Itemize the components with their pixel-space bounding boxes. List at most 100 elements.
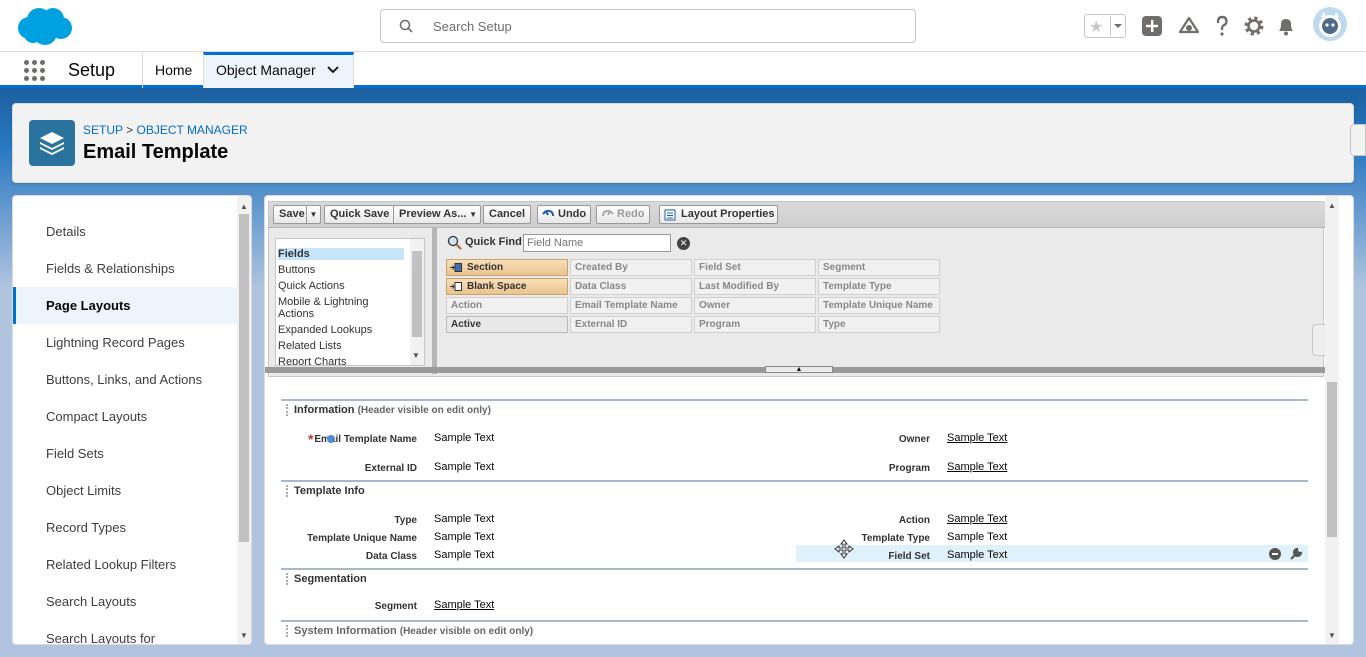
side-panel-handle[interactable]: [1350, 124, 1366, 156]
save-button[interactable]: Save ▼: [273, 205, 321, 224]
palette-field[interactable]: Active: [446, 316, 568, 333]
field-label[interactable]: Data Class: [265, 551, 417, 562]
user-avatar[interactable]: [1313, 7, 1347, 41]
save-dropdown-icon[interactable]: ▼: [306, 206, 320, 223]
palette-field[interactable]: Segment: [818, 259, 940, 276]
field-label[interactable]: Template Unique Name: [265, 533, 417, 544]
scrollbar-thumb[interactable]: [239, 214, 249, 542]
scrollbar-thumb[interactable]: [412, 251, 422, 337]
sidebar-item[interactable]: Page Layouts: [13, 287, 237, 324]
favorites-dropdown[interactable]: [1110, 16, 1126, 36]
global-search[interactable]: [380, 9, 916, 43]
chevron-down-icon[interactable]: [326, 64, 340, 76]
app-navigation-bar: Setup Home Object Manager: [0, 52, 1366, 88]
sidebar-item[interactable]: Field Sets: [13, 435, 237, 472]
layout-section[interactable]: System Information (Header visible on ed…: [281, 620, 1308, 644]
collapse-arrow-icon[interactable]: ▲: [765, 366, 833, 373]
palette-field[interactable]: Email Template Name: [570, 297, 692, 314]
palette-field[interactable]: Data Class: [570, 278, 692, 295]
palette-field[interactable]: Created By: [570, 259, 692, 276]
sidebar-item[interactable]: Related Lookup Filters: [13, 546, 237, 583]
palette-field[interactable]: Last Modified By: [694, 278, 816, 295]
scroll-down-arrow[interactable]: ▼: [1327, 631, 1337, 641]
palette-field[interactable]: Program: [694, 316, 816, 333]
layout-section[interactable]: Template Info Type Sample Text Template Uni…: [281, 480, 1308, 562]
preview-as-button[interactable]: Preview As... ▼: [393, 205, 481, 224]
sidebar-item[interactable]: Buttons, Links, and Actions: [13, 361, 237, 398]
search-input[interactable]: [433, 16, 893, 36]
palette-category[interactable]: Quick Actions: [278, 280, 404, 292]
scroll-down-arrow[interactable]: ▼: [239, 631, 249, 641]
palette-field[interactable]: Type: [818, 316, 940, 333]
palette-field[interactable]: Blank Space: [446, 278, 568, 295]
favorites-button[interactable]: ★: [1084, 14, 1126, 38]
palette-category[interactable]: Report Charts: [278, 356, 404, 365]
editor-scrollbar[interactable]: ▲ ▼: [1325, 196, 1339, 644]
field-label[interactable]: Field Set: [770, 551, 930, 562]
section-header[interactable]: Segmentation: [286, 573, 367, 585]
categories-scrollbar[interactable]: ▼: [410, 239, 424, 365]
palette-category[interactable]: Related Lists: [278, 340, 404, 352]
nav-tab-home[interactable]: Home: [142, 52, 204, 88]
sidebar-item[interactable]: Search Layouts: [13, 583, 237, 620]
nav-tab-object-manager[interactable]: Object Manager: [203, 52, 354, 88]
scroll-up-arrow[interactable]: ▲: [239, 202, 249, 212]
cancel-button[interactable]: Cancel: [483, 205, 532, 224]
palette-category[interactable]: Expanded Lookups: [278, 324, 404, 336]
trailhead-icon[interactable]: [1177, 14, 1201, 38]
palette-field[interactable]: Template Unique Name: [818, 297, 940, 314]
salesforce-logo-icon[interactable]: [15, 6, 73, 46]
clear-search-icon[interactable]: ✕: [677, 237, 690, 250]
field-label[interactable]: Action: [770, 515, 930, 526]
palette-field[interactable]: Owner: [694, 297, 816, 314]
setup-gear-icon[interactable]: [1242, 14, 1266, 38]
palette-category[interactable]: Fields: [278, 248, 404, 260]
sidebar-item[interactable]: Compact Layouts: [13, 398, 237, 435]
global-create-icon[interactable]: [1140, 14, 1164, 38]
redo-button[interactable]: Redo: [596, 205, 650, 224]
sidebar-item[interactable]: Lightning Record Pages: [13, 324, 237, 361]
quick-save-button[interactable]: Quick Save: [324, 205, 396, 224]
field-label[interactable]: Email Template Name: [297, 434, 417, 445]
palette-category[interactable]: Buttons: [278, 264, 404, 276]
quick-find-input[interactable]: [523, 234, 671, 252]
page-layout-editor: Save ▼ Quick Save Preview As... ▼ Cancel…: [264, 195, 1354, 645]
palette-field[interactable]: Field Set: [694, 259, 816, 276]
help-icon[interactable]: [1210, 14, 1234, 38]
breadcrumb-setup-link[interactable]: SETUP: [83, 123, 123, 137]
sidebar-scrollbar[interactable]: ▲ ▼: [237, 196, 251, 644]
notifications-bell-icon[interactable]: [1274, 14, 1298, 38]
app-launcher-icon[interactable]: [24, 60, 46, 82]
sidebar-item[interactable]: Fields & Relationships: [13, 250, 237, 287]
scroll-up-arrow[interactable]: ▲: [1327, 201, 1337, 211]
layout-section[interactable]: Information (Header visible on edit only…: [281, 399, 1308, 474]
layout-section[interactable]: Segmentation Segment Sample Text: [281, 568, 1308, 628]
field-label[interactable]: Program: [770, 463, 930, 474]
field-label[interactable]: Template Type: [770, 533, 930, 544]
field-label[interactable]: Segment: [265, 601, 417, 612]
field-label[interactable]: Owner: [770, 434, 930, 445]
section-header[interactable]: Information (Header visible on edit only…: [286, 404, 491, 416]
palette-field[interactable]: Template Type: [818, 278, 940, 295]
layout-properties-button[interactable]: Layout Properties: [659, 205, 778, 224]
field-properties-wrench-icon[interactable]: [1289, 547, 1303, 561]
palette-field[interactable]: External ID: [570, 316, 692, 333]
section-header[interactable]: System Information (Header visible on ed…: [286, 625, 533, 637]
scroll-down-arrow[interactable]: ▼: [412, 351, 420, 360]
sidebar-item[interactable]: Search Layouts for: [13, 620, 237, 644]
palette-collapse-bar[interactable]: ▲: [265, 366, 1325, 373]
scrollbar-thumb[interactable]: [1327, 382, 1337, 537]
palette-field-label: Template Unique Name: [823, 300, 933, 311]
section-header[interactable]: Template Info: [286, 485, 365, 497]
breadcrumb-object-manager-link[interactable]: OBJECT MANAGER: [136, 123, 247, 137]
sidebar-item[interactable]: Record Types: [13, 509, 237, 546]
sidebar-item[interactable]: Object Limits: [13, 472, 237, 509]
sidebar-item[interactable]: Details: [13, 213, 237, 250]
undo-button[interactable]: Undo: [537, 205, 591, 224]
field-label[interactable]: Type: [265, 515, 417, 526]
palette-field[interactable]: Action: [446, 297, 568, 314]
palette-field[interactable]: Section: [446, 259, 568, 276]
remove-field-icon[interactable]: [1269, 548, 1281, 560]
palette-category[interactable]: Mobile & Lightning: [278, 296, 404, 308]
field-label[interactable]: External ID: [265, 463, 417, 474]
